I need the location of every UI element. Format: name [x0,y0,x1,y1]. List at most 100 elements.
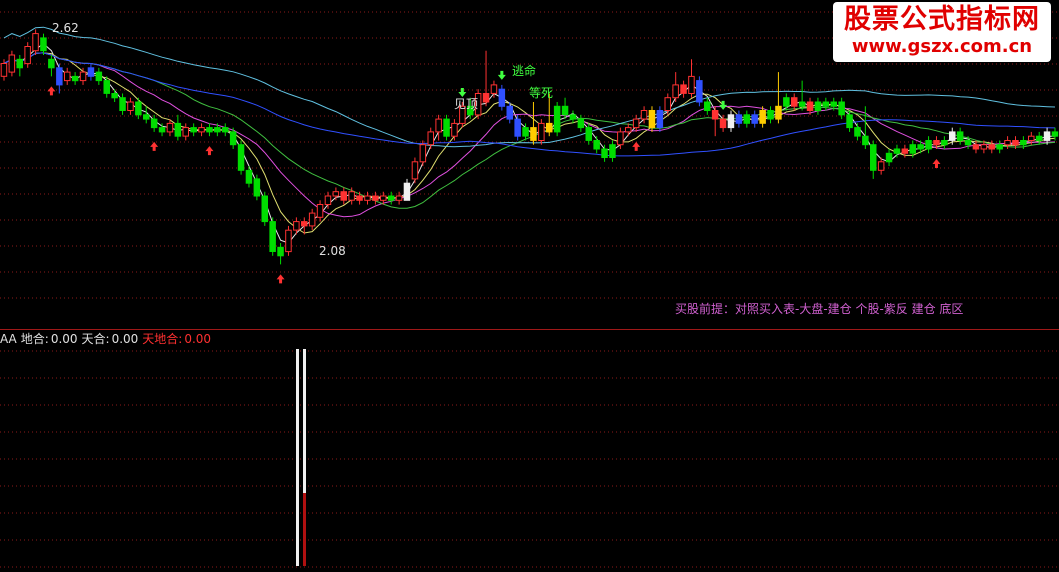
buy-arrow-icon [276,274,285,284]
candle-body [237,144,245,171]
candle-body [854,127,861,137]
candle-body [32,33,39,52]
candle [498,84,506,111]
candle [143,106,150,124]
candle [783,93,790,111]
candle [119,93,126,115]
candle-body [514,118,521,137]
candle [514,114,521,141]
candle [838,97,845,120]
candle [87,63,95,81]
candle-body [546,122,553,133]
candle-body [174,122,182,137]
candle [1035,131,1043,145]
candle-body [688,75,695,95]
candle-body [71,75,79,82]
candle-body [577,118,585,129]
high-price-label: 2.62 [52,21,79,35]
candle-body [506,105,513,120]
candle-body [767,110,774,120]
candle-body [222,127,229,133]
buy-arrow-icon [632,141,641,151]
candle [190,123,197,137]
candle-body [735,114,743,124]
candle-body [435,118,442,133]
candle-body [403,182,411,201]
candle [253,174,261,201]
candle-body [569,114,577,120]
candle-body [664,97,671,111]
candle [775,72,782,124]
candle-body [245,169,253,184]
candle [727,110,735,132]
candle [56,63,63,94]
candle-body [498,88,506,107]
candle [553,102,561,137]
indicator-bar-red [303,493,306,566]
candle [656,106,664,132]
candle-body [16,58,23,69]
candle-body [387,195,395,201]
candle-body [95,71,103,82]
candle-body [640,110,648,120]
candle [364,191,371,205]
candle-body [672,84,679,99]
candle [482,50,490,107]
candle-body [427,131,434,146]
candle [988,140,995,154]
watermark-url: www.gszx.com.cn [851,36,1033,57]
candle-body [609,144,616,158]
candle-body [585,127,592,141]
candle-body [980,144,988,150]
candle-body [190,127,197,133]
candle [751,110,758,128]
candle-body [1012,140,1019,146]
candle-body [372,195,379,201]
candle [8,50,16,77]
candle-body [269,221,276,253]
candle [443,114,450,141]
candle [530,102,537,145]
candle-body [941,140,948,146]
candle [285,225,292,256]
top-signal-label: 见顶 [454,97,479,111]
candle-body [198,127,205,133]
candle-body [0,63,8,77]
candle [956,127,964,145]
candle [24,42,31,68]
candle [648,106,656,132]
candle-body [870,144,877,171]
indicator-panel[interactable] [0,331,1059,572]
candle-body [1004,140,1011,146]
candle [711,106,719,137]
panel-divider [0,329,1059,330]
candle-body [1043,131,1051,141]
candle-body [625,127,632,133]
candle-body [925,140,932,150]
candle-body [956,131,964,141]
candle-body [909,144,916,154]
candle [127,97,134,115]
candle-body [56,67,63,86]
candle [870,140,877,179]
candle-body [340,191,347,201]
candle-body [24,46,31,65]
candle-body [119,97,126,111]
candle-body [617,131,624,146]
candle [111,89,118,102]
candle [222,123,229,137]
candle [332,187,340,201]
candle [198,123,205,137]
low-price-label: 2.08 [319,244,346,258]
watermark-title: 股票公式指标网 [844,4,1040,35]
candle [941,136,948,149]
candle [735,110,743,128]
candle-body [656,110,664,129]
candle-body [791,97,798,107]
candle [16,55,23,77]
candle-body [166,122,174,133]
sell-arrow-icon [458,88,467,97]
candle [316,200,324,222]
buy-premise-text: 买股前提：对照买入表-大盘-建仓 个股-紫反 建仓 底区 [675,302,964,316]
candle-body [783,97,790,107]
